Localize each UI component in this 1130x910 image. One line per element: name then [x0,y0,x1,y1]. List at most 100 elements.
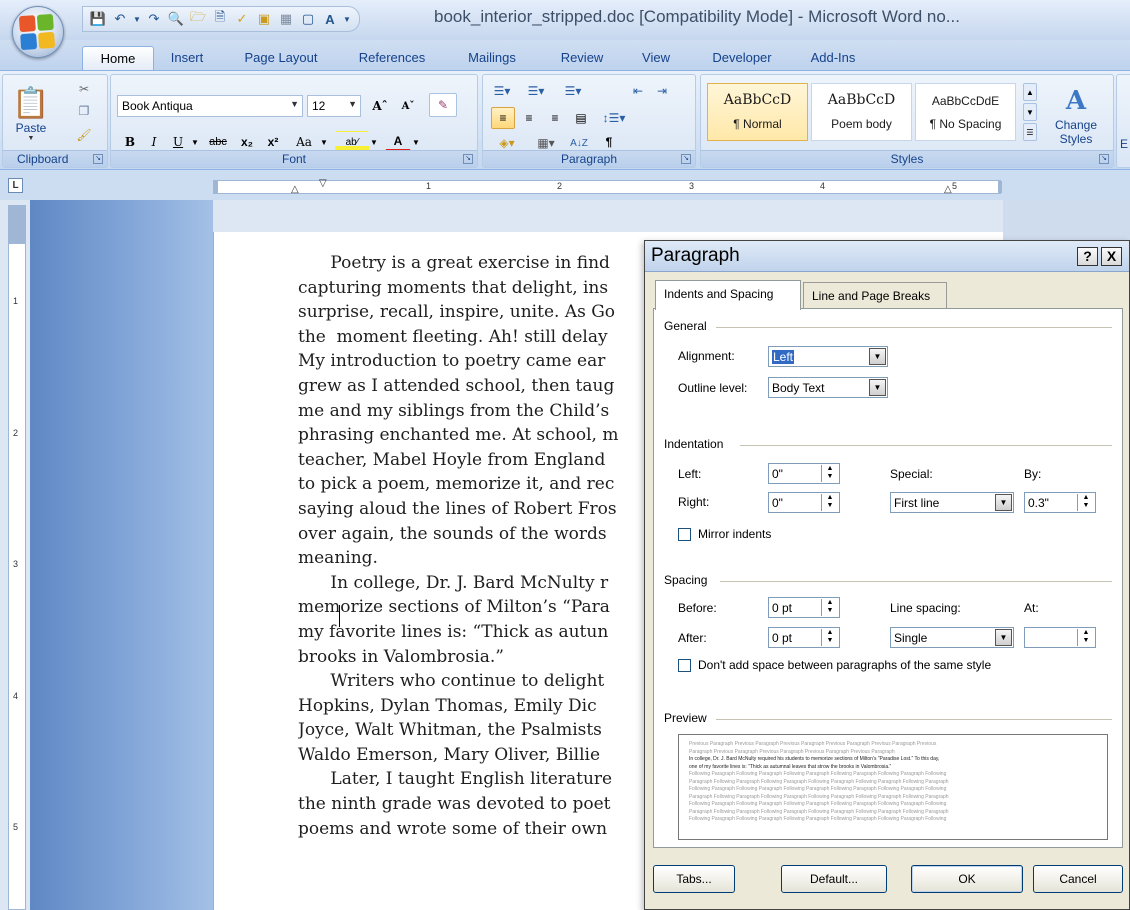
tab-line-and-page-breaks[interactable]: Line and Page Breaks [803,282,947,308]
preview-section-header: Preview [664,711,707,725]
line-spacing-select[interactable]: Single ▼ [890,627,1014,648]
tab-add-ins[interactable]: Add-Ins [805,46,861,70]
styles-more-icon[interactable]: ☰ [1023,123,1037,141]
first-line-indent-marker-icon[interactable]: ▽ [319,178,327,189]
ruler-number: 1 [426,181,432,191]
clipboard-launcher-icon[interactable]: ↘ [93,154,103,164]
tab-developer[interactable]: Developer [703,46,781,70]
open-icon[interactable]: 🗁 [189,9,207,28]
left-indent-spinner-icon[interactable]: ▲ ▼ [821,465,838,482]
vertical-ruler[interactable]: 1 2 3 4 5 [8,205,26,910]
tab-view[interactable]: View [637,46,675,70]
tab-home[interactable]: Home [82,46,154,70]
styles-group: AaBbCcD ¶ Normal AaBbCcD Poem body AaBbC… [700,74,1114,168]
ribbon-tabs: Home Insert Page Layout References Maili… [0,40,1130,70]
tab-review[interactable]: Review [556,46,608,70]
align-center-icon[interactable]: ≡ [517,107,541,129]
align-left-icon[interactable]: ≡ [491,107,515,129]
style-no-spacing[interactable]: AaBbCcDdE ¶ No Spacing [915,83,1016,141]
after-spinner-icon[interactable]: ▲ ▼ [821,629,838,646]
redo-icon[interactable]: ↷ [145,10,163,28]
style-poem-body[interactable]: AaBbCcD Poem body [811,83,912,141]
text-effects-icon[interactable]: ▢ [299,10,317,28]
tab-page-layout[interactable]: Page Layout [236,46,326,70]
dont-add-space-checkbox[interactable] [678,659,691,672]
font-name-combo[interactable]: Book Antiqua ▼ [117,95,303,117]
tab-selector[interactable]: L [8,178,23,193]
preview-line: Following Paragraph Following Paragraph … [689,816,947,822]
hanging-indent-marker-icon[interactable]: △ [291,184,299,195]
after-input[interactable]: 0 pt ▲ ▼ [768,627,840,648]
before-input[interactable]: 0 pt ▲ ▼ [768,597,840,618]
cancel-button[interactable]: Cancel [1033,865,1123,893]
tab-insert[interactable]: Insert [161,46,213,70]
tab-mailings[interactable]: Mailings [462,46,522,70]
left-indent-label: Left: [678,467,702,481]
undo-icon[interactable]: ↶ [111,10,129,28]
align-right-icon[interactable]: ≡ [543,107,567,129]
copy-icon[interactable]: ❐ [73,101,95,121]
close-button[interactable]: X [1101,247,1122,266]
clear-formatting-icon[interactable]: ✎ [429,93,457,117]
document-line: the ninth grade was devoted to poet [298,794,611,815]
outline-level-dropdown-icon: ▼ [869,379,886,396]
at-spinner-icon[interactable]: ▲ ▼ [1077,629,1094,646]
preview-line: Following Paragraph Following Paragraph … [689,786,947,792]
font-size-combo[interactable]: 12 ▼ [307,95,361,117]
right-indent-input[interactable]: 0" ▲ ▼ [768,492,840,513]
tab-references[interactable]: References [350,46,434,70]
change-styles-button[interactable]: A Change Styles [1041,77,1111,153]
style-normal[interactable]: AaBbCcD ¶ Normal [707,83,808,141]
alignment-select[interactable]: Left ▼ [768,346,888,367]
ok-button[interactable]: OK [911,865,1023,893]
mirror-indents-checkbox[interactable] [678,528,691,541]
styles-launcher-icon[interactable]: ↘ [1099,154,1109,164]
numbering-icon[interactable]: ☰▾ [521,81,551,101]
insert-icon[interactable]: ▣ [255,10,273,28]
help-button[interactable]: ? [1077,247,1098,266]
tabs-button[interactable]: Tabs... [653,865,735,893]
right-indent-spinner-icon[interactable]: ▲ ▼ [821,494,838,511]
office-button[interactable] [4,2,76,68]
before-spinner-icon[interactable]: ▲ ▼ [821,599,838,616]
decrease-indent-icon[interactable]: ⇤ [627,81,649,101]
multilevel-list-icon[interactable]: ☰▾ [555,81,591,101]
font-launcher-icon[interactable]: ↘ [463,154,473,164]
increase-indent-icon[interactable]: ⇥ [651,81,673,101]
shrink-font-icon[interactable]: Aˇ [395,95,421,117]
dialog-body: General Alignment: Left ▼ Outline level:… [653,308,1123,848]
format-painter-icon[interactable]: 🖌 [73,125,95,145]
line-spacing-value: Single [894,631,928,645]
document-text[interactable]: Poetry is a great exercise in find captur… [298,251,658,841]
horizontal-ruler[interactable]: 1 2 3 4 5 △ ▽ △ [213,178,1002,195]
paste-button[interactable]: 📋 Paste ▼ [5,77,57,151]
new-icon[interactable]: 🗎 [211,9,229,28]
insert-textbox-icon[interactable]: ▦ [277,10,295,28]
special-select[interactable]: First line ▼ [890,492,1014,513]
default-button[interactable]: Default... [781,865,887,893]
tab-indents-and-spacing[interactable]: Indents and Spacing [655,280,801,310]
save-icon[interactable]: 💾 [89,10,107,28]
right-indent-marker-icon[interactable]: △ [944,184,952,195]
left-indent-input[interactable]: 0" ▲ ▼ [768,463,840,484]
outline-level-select[interactable]: Body Text ▼ [768,377,888,398]
at-input[interactable]: ▲ ▼ [1024,627,1096,648]
styles-scroll-down-icon[interactable]: ▼ [1023,103,1037,121]
cut-icon[interactable]: ✂ [73,79,95,99]
ruler-top-margin [9,206,25,244]
customize-qat-icon[interactable]: ▼ [343,10,351,28]
bullets-icon[interactable]: ☰▾ [487,81,517,101]
style-normal-name: ¶ Normal [733,117,782,131]
undo-dropdown-icon[interactable]: ▼ [133,10,141,28]
by-input[interactable]: 0.3" ▲ ▼ [1024,492,1096,513]
styles-scroll-up-icon[interactable]: ▲ [1023,83,1037,101]
line-spacing-icon[interactable]: ↕☰▾ [597,107,631,129]
grow-font-icon[interactable]: Aˆ [367,95,393,117]
font-name-dropdown-icon: ▼ [290,99,299,109]
print-preview-icon[interactable]: 🔍 [167,10,185,28]
paragraph-launcher-icon[interactable]: ↘ [681,154,691,164]
justify-icon[interactable]: ▤ [569,107,593,129]
spelling-icon[interactable]: ✓ [233,10,251,28]
text-effects-a-icon[interactable]: A [321,10,339,28]
by-spinner-icon[interactable]: ▲ ▼ [1077,494,1094,511]
